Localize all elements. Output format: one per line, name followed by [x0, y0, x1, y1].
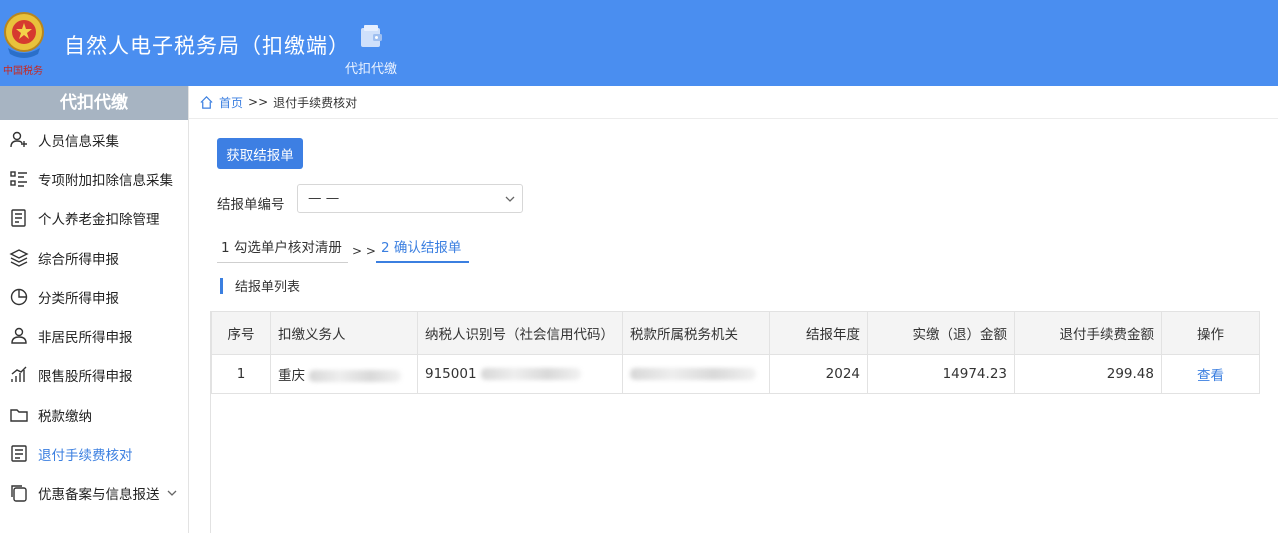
- sidebar-title: 代扣代缴: [0, 86, 188, 120]
- top-nav-label: 代扣代缴: [344, 62, 397, 77]
- sidebar-item-label: 分类所得申报: [38, 290, 119, 307]
- redacted-blur: [309, 370, 401, 382]
- bar-chart-icon: [11, 366, 27, 383]
- report-number-label: 结报单编号: [217, 197, 285, 213]
- table-row: 1 重庆 915001 2024 14974.23 299.48 查看: [211, 354, 1260, 394]
- sidebar-item-label: 个人养老金扣除管理: [38, 212, 160, 229]
- sidebar-item-label: 人员信息采集: [38, 133, 119, 150]
- chevron-down-icon: [167, 490, 177, 496]
- fetch-report-button[interactable]: 获取结报单: [217, 138, 303, 169]
- section-accent-bar: [220, 277, 223, 294]
- col-header-index: 序号: [211, 311, 271, 355]
- wallet-icon: [361, 25, 382, 47]
- pie-chart-icon: [10, 288, 28, 306]
- cell-year: 2024: [769, 354, 868, 394]
- sidebar-item-special-deduction[interactable]: 专项附加扣除信息采集: [0, 159, 188, 198]
- report-table: 序号 扣缴义务人 纳税人识别号（社会信用代码） 税款所属税务机关 结报年度 实缴…: [211, 311, 1260, 394]
- person-icon: [11, 327, 27, 344]
- col-header-year: 结报年度: [769, 311, 868, 355]
- sidebar-item-pension[interactable]: 个人养老金扣除管理: [0, 199, 188, 238]
- sidebar-item-label: 优惠备案与信息报送: [38, 487, 160, 504]
- checklist-icon: [11, 445, 27, 462]
- layers-icon: [9, 248, 29, 267]
- redacted-blur: [630, 368, 756, 380]
- report-table-container: 序号 扣缴义务人 纳税人识别号（社会信用代码） 税款所属税务机关 结报年度 实缴…: [210, 311, 1278, 533]
- svg-text:中国税务: 中国税务: [3, 64, 43, 77]
- sidebar-item-tax-payment[interactable]: 税款缴纳: [0, 395, 188, 434]
- top-bar: 中国税务 自然人电子税务局（扣缴端） 代扣代缴: [0, 0, 1278, 86]
- sidebar-item-nonresident-income[interactable]: 非居民所得申报: [0, 316, 188, 355]
- document-icon: [11, 209, 26, 227]
- section-header: 结报单列表: [220, 276, 300, 295]
- step-confirm-report[interactable]: 2 确认结报单: [376, 236, 469, 263]
- sidebar: 代扣代缴 人员信息采集 专项附加扣除信息采集 个人养老金扣除管理 综合所得申报 …: [0, 86, 189, 533]
- col-header-fee-amount: 退付手续费金额: [1014, 311, 1162, 355]
- report-number-select[interactable]: — —: [297, 184, 523, 213]
- taxpayer-id-visible-text: 915001: [425, 366, 477, 382]
- withholder-visible-text: 重庆: [278, 368, 305, 384]
- app-title: 自然人电子税务局（扣缴端）: [64, 34, 350, 58]
- col-header-taxpayer-id: 纳税人识别号（社会信用代码）: [417, 311, 623, 355]
- cell-index: 1: [211, 354, 271, 394]
- breadcrumb-home-link[interactable]: 首页: [219, 94, 243, 111]
- cell-paid-amount: 14974.23: [867, 354, 1015, 394]
- national-emblem-logo: 中国税务: [3, 12, 44, 77]
- sidebar-item-preferential-filing[interactable]: 优惠备案与信息报送: [0, 474, 188, 513]
- top-nav-withholding[interactable]: 代扣代缴: [338, 22, 404, 78]
- list-icon: [10, 171, 27, 187]
- sidebar-item-label: 专项附加扣除信息采集: [38, 172, 173, 189]
- sidebar-item-classified-income[interactable]: 分类所得申报: [0, 277, 188, 316]
- col-header-action: 操作: [1161, 311, 1260, 355]
- redacted-blur: [480, 368, 581, 380]
- view-link[interactable]: 查看: [1197, 368, 1224, 384]
- cell-withholder: 重庆: [270, 354, 418, 394]
- home-icon: [200, 95, 213, 109]
- sidebar-item-person-info[interactable]: 人员信息采集: [0, 120, 188, 159]
- table-header-row: 序号 扣缴义务人 纳税人识别号（社会信用代码） 税款所属税务机关 结报年度 实缴…: [211, 311, 1260, 355]
- breadcrumb-current: 退付手续费核对: [273, 95, 358, 110]
- step-separator: > >: [352, 244, 376, 258]
- sidebar-item-comprehensive-income[interactable]: 综合所得申报: [0, 238, 188, 277]
- person-add-icon: [10, 131, 27, 147]
- cell-action: 查看: [1161, 354, 1260, 394]
- col-header-withholder: 扣缴义务人: [270, 311, 418, 355]
- cell-tax-office: [622, 354, 770, 394]
- sidebar-item-fee-refund-check[interactable]: 退付手续费核对: [0, 434, 188, 473]
- step-select-checklist[interactable]: 1 勾选单户核对清册: [217, 236, 348, 263]
- sidebar-item-label: 限售股所得申报: [38, 369, 133, 386]
- folder-icon: [10, 409, 28, 422]
- breadcrumb-separator: >>: [248, 95, 269, 109]
- cell-fee-amount: 299.48: [1014, 354, 1162, 394]
- sidebar-item-label: 非居民所得申报: [38, 330, 133, 347]
- breadcrumb: 首页 >> 退付手续费核对: [189, 86, 1278, 119]
- copy-icon: [11, 485, 27, 503]
- sidebar-item-label: 综合所得申报: [38, 251, 119, 268]
- section-title: 结报单列表: [235, 280, 301, 295]
- col-header-tax-office: 税款所属税务机关: [622, 311, 770, 355]
- chevron-down-icon: [505, 196, 515, 202]
- sidebar-item-restricted-stock[interactable]: 限售股所得申报: [0, 356, 188, 395]
- sidebar-item-label: 税款缴纳: [38, 408, 92, 425]
- cell-taxpayer-id: 915001: [417, 354, 623, 394]
- sidebar-item-label: 退付手续费核对: [38, 448, 133, 465]
- col-header-paid-amount: 实缴（退）金额: [867, 311, 1015, 355]
- report-number-value: — —: [308, 190, 340, 206]
